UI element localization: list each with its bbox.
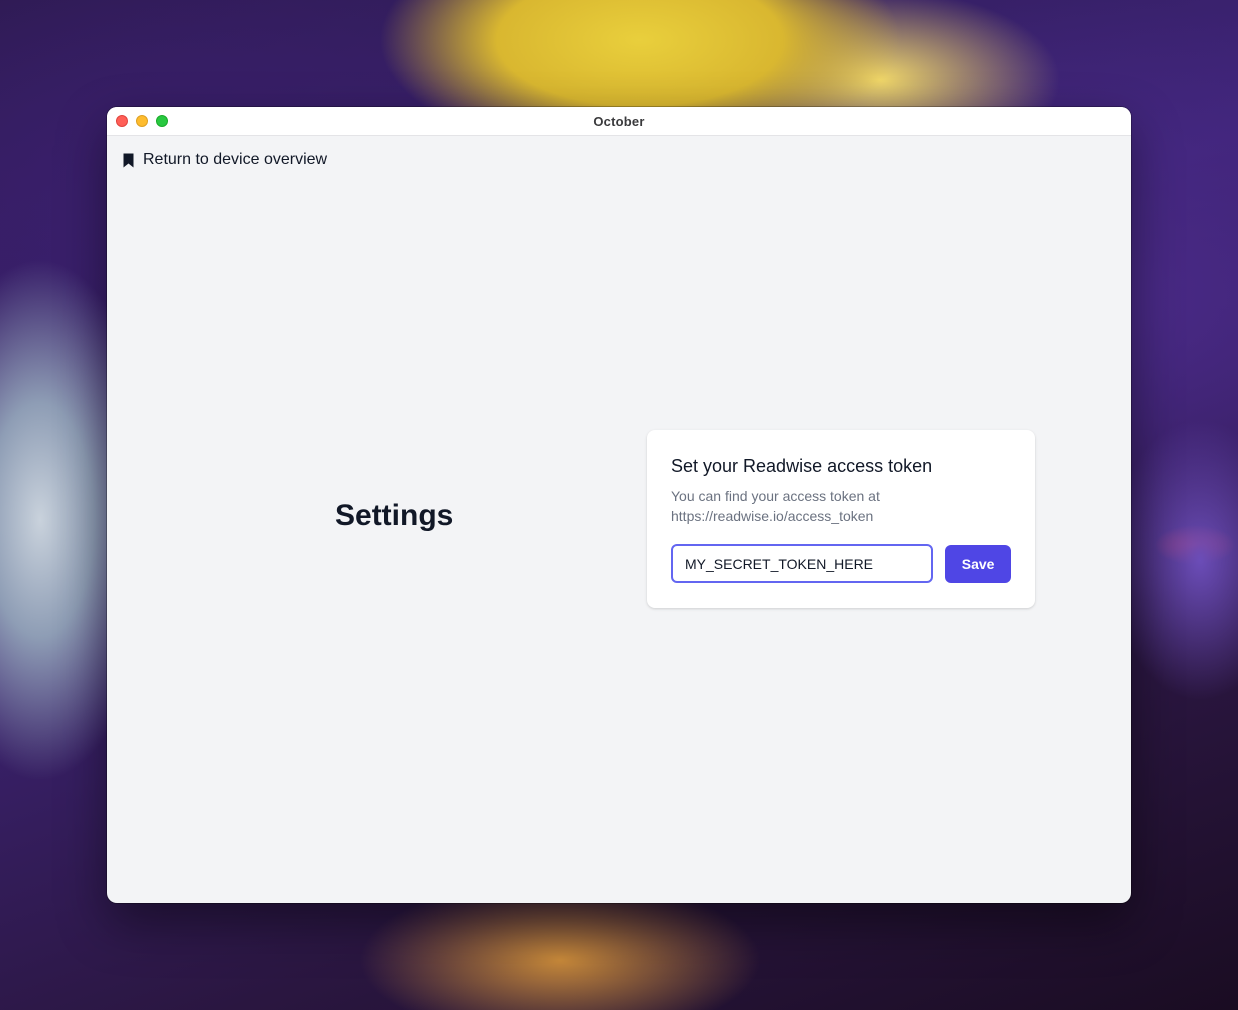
- token-form: Save: [671, 544, 1011, 583]
- card-description: You can find your access token at https:…: [671, 488, 880, 524]
- minimize-window-button[interactable]: [136, 115, 148, 127]
- maximize-window-button[interactable]: [156, 115, 168, 127]
- return-link-label: Return to device overview: [143, 151, 328, 168]
- window-controls: [116, 115, 168, 127]
- card-title: Set your Readwise access token: [671, 456, 933, 476]
- bookmark-icon: [123, 153, 134, 167]
- app-window: October Return to device overview Settin…: [107, 107, 1131, 903]
- access-token-input[interactable]: [671, 544, 934, 583]
- page-title: Settings: [335, 499, 454, 532]
- title-bar[interactable]: October: [107, 107, 1131, 136]
- window-title: October: [593, 113, 645, 129]
- readwise-token-card: Set your Readwise access token You can f…: [647, 430, 1035, 608]
- return-to-device-overview-link[interactable]: Return to device overview: [123, 151, 327, 169]
- desktop-wallpaper: October Return to device overview Settin…: [0, 0, 1238, 1010]
- save-button[interactable]: Save: [945, 544, 1011, 583]
- close-window-button[interactable]: [116, 115, 128, 127]
